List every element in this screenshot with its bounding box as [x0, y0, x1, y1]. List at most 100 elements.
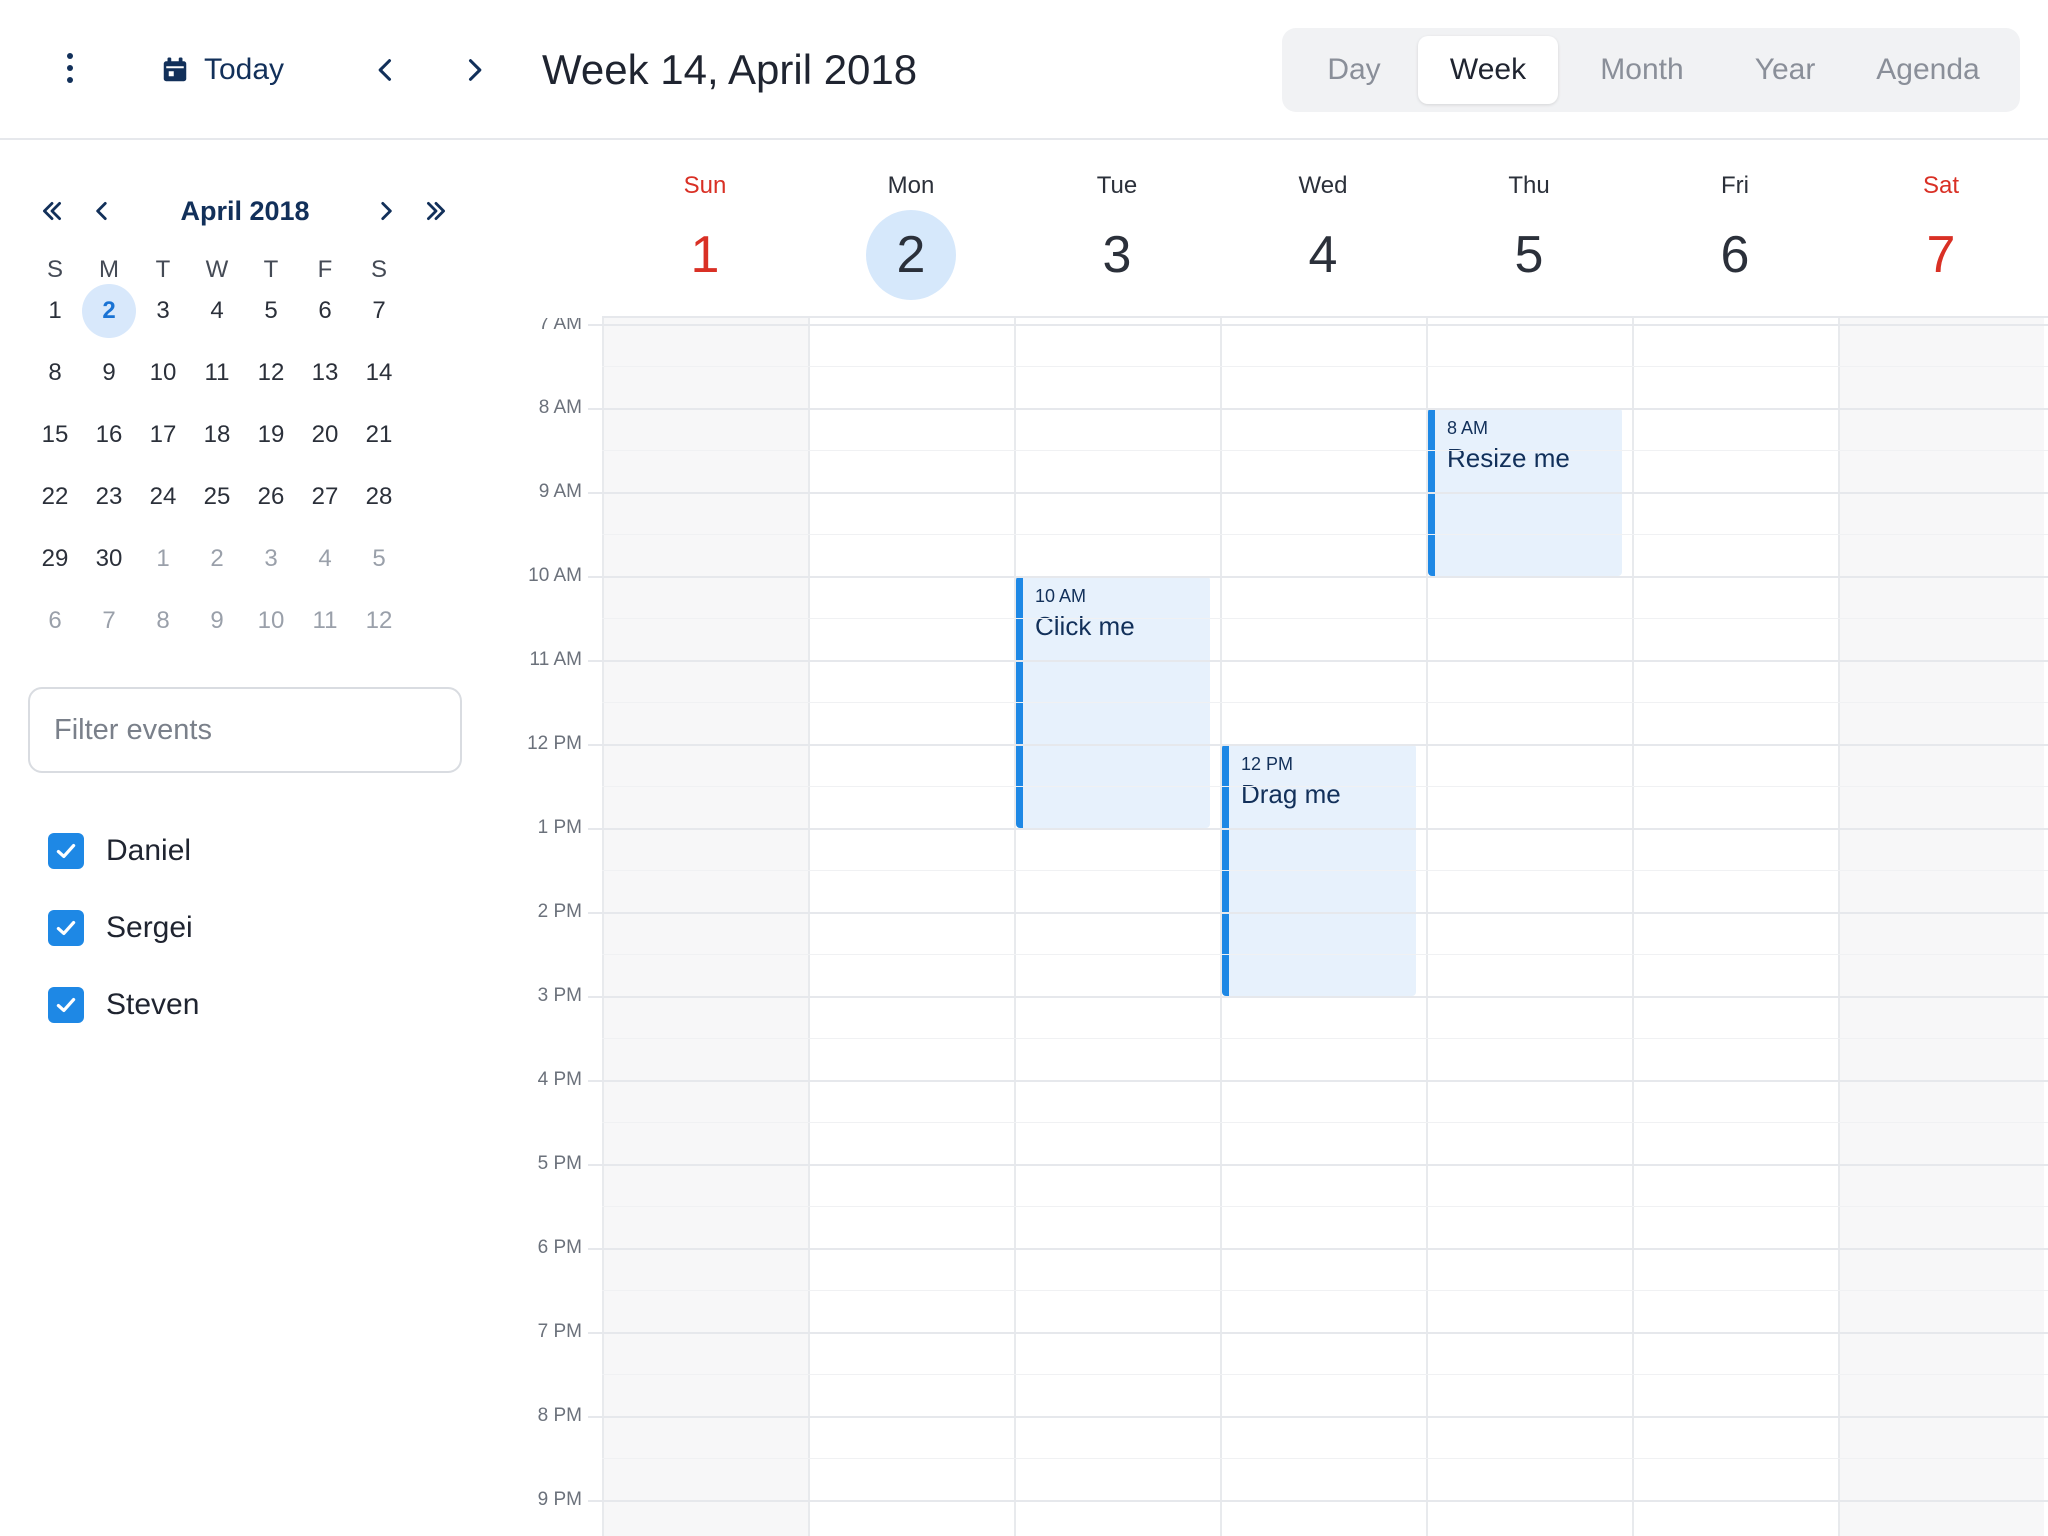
mini-calendar-day[interactable]: 16	[82, 414, 136, 476]
mini-calendar-day[interactable]: 23	[82, 476, 136, 538]
mini-calendar-day-number: 26	[257, 483, 285, 510]
day-header-sat[interactable]: Sat 7	[1838, 142, 2044, 318]
mini-calendar-day[interactable]: 12	[352, 600, 406, 662]
day-header-thu[interactable]: Thu 5	[1426, 142, 1632, 318]
person-filter-daniel[interactable]: Daniel	[48, 812, 448, 889]
day-header-wed[interactable]: Wed 4	[1220, 142, 1426, 318]
mini-calendar-day[interactable]: 3	[136, 290, 190, 352]
day-header-mon[interactable]: Mon 2	[808, 142, 1014, 318]
person-filter-steven[interactable]: Steven	[48, 966, 448, 1043]
chevron-left-icon	[378, 59, 392, 81]
mini-calendar-day[interactable]: 30	[82, 538, 136, 600]
mini-calendar-day[interactable]: 6	[28, 600, 82, 662]
mini-calendar-day[interactable]: 4	[190, 290, 244, 352]
time-label: 7 PM	[537, 1321, 582, 1342]
day-header-tue[interactable]: Tue 3	[1014, 142, 1220, 318]
next-month-button[interactable]	[364, 186, 408, 236]
chevron-right-icon	[468, 59, 482, 81]
day-headers: Sun 1 Mon 2 Tue 3 Wed 4 Thu 5 Fri 6 Sat 7	[602, 142, 2048, 318]
mini-calendar-day[interactable]: 25	[190, 476, 244, 538]
mini-calendar-day[interactable]: 14	[352, 352, 406, 414]
mini-calendar-day[interactable]: 7	[82, 600, 136, 662]
half-hour-gridline	[602, 618, 2048, 619]
mini-calendar-day[interactable]: 4	[298, 538, 352, 600]
day-column-tue[interactable]	[1014, 318, 1220, 1536]
next-year-button[interactable]	[414, 186, 458, 236]
mini-calendar-day-number: 10	[149, 359, 177, 386]
view-tab-week[interactable]: Week	[1418, 36, 1558, 104]
mini-calendar-day[interactable]: 27	[298, 476, 352, 538]
time-label: 9 PM	[537, 1489, 582, 1510]
half-hour-gridline	[602, 366, 2048, 367]
day-column-mon[interactable]	[808, 318, 1014, 1536]
mini-calendar-day-number: 12	[365, 607, 393, 634]
mini-calendar-day[interactable]: 6	[298, 290, 352, 352]
hour-gridline	[588, 1080, 2048, 1082]
view-tab-month[interactable]: Month	[1558, 36, 1726, 104]
time-grid: 8 AM Resize me 10 AM Click me 12 PM Drag me 7…	[490, 318, 2048, 1536]
mini-calendar-day[interactable]: 1	[28, 290, 82, 352]
mini-calendar-day[interactable]: 24	[136, 476, 190, 538]
today-label: Today	[204, 53, 285, 86]
person-filter-sergei[interactable]: Sergei	[48, 889, 448, 966]
view-tab-year[interactable]: Year	[1726, 36, 1844, 104]
mini-calendar-day[interactable]: 9	[190, 600, 244, 662]
mini-calendar-day[interactable]: 15	[28, 414, 82, 476]
mini-calendar-day[interactable]: 11	[190, 352, 244, 414]
mini-calendar-day[interactable]: 18	[190, 414, 244, 476]
view-tab-agenda[interactable]: Agenda	[1844, 36, 2012, 104]
previous-month-button[interactable]	[80, 186, 124, 236]
mini-calendar-day-number: 11	[312, 607, 338, 634]
mini-calendar-day[interactable]: 19	[244, 414, 298, 476]
mini-calendar-day[interactable]: 5	[352, 538, 406, 600]
mini-calendar-day[interactable]: 8	[28, 352, 82, 414]
mini-calendar-day[interactable]: 1	[136, 538, 190, 600]
next-week-button[interactable]	[448, 44, 500, 96]
mini-calendar-day[interactable]: 26	[244, 476, 298, 538]
mini-calendar-day-number: 11	[204, 359, 230, 386]
checkbox-checked-icon[interactable]	[48, 832, 84, 869]
day-column-sun[interactable]	[602, 318, 808, 1536]
previous-week-button[interactable]	[360, 44, 412, 96]
mini-calendar-day[interactable]: 28	[352, 476, 406, 538]
filter-events-input[interactable]	[28, 687, 462, 773]
today-button[interactable]: Today	[160, 44, 284, 96]
day-column-fri[interactable]	[1632, 318, 1838, 1536]
mini-calendar-day[interactable]: 2	[190, 538, 244, 600]
mini-calendar-day[interactable]: 13	[298, 352, 352, 414]
half-hour-gridline	[602, 1374, 2048, 1375]
checkbox-checked-icon[interactable]	[48, 986, 84, 1023]
mini-calendar-day[interactable]: 9	[82, 352, 136, 414]
mini-calendar-day[interactable]: 7	[352, 290, 406, 352]
half-hour-gridline	[602, 870, 2048, 871]
day-number: 6	[1720, 226, 1750, 284]
hour-gridline	[588, 576, 2048, 578]
mini-calendar-day[interactable]: 10	[244, 600, 298, 662]
previous-year-button[interactable]	[30, 186, 74, 236]
more-menu-icon[interactable]	[48, 46, 92, 90]
mini-calendar-day-number: 7	[102, 607, 116, 634]
mini-calendar-day[interactable]: 29	[28, 538, 82, 600]
mini-calendar-day[interactable]: 20	[298, 414, 352, 476]
mini-calendar-day[interactable]: 5	[244, 290, 298, 352]
day-header-sun[interactable]: Sun 1	[602, 142, 808, 318]
mini-calendar-day-number: 22	[41, 483, 69, 510]
mini-calendar-day[interactable]: 8	[136, 600, 190, 662]
mini-calendar-day[interactable]: 2	[82, 284, 136, 352]
event-title: Click me	[1035, 611, 1135, 641]
hour-gridline	[588, 1416, 2048, 1418]
day-header-fri[interactable]: Fri 6	[1632, 142, 1838, 318]
mini-calendar-day[interactable]: 3	[244, 538, 298, 600]
mini-calendar-day[interactable]: 12	[244, 352, 298, 414]
mini-calendar-day[interactable]: 10	[136, 352, 190, 414]
mini-calendar-day[interactable]: 21	[352, 414, 406, 476]
mini-calendar-day-number: 23	[95, 483, 123, 510]
mini-calendar-day-number: 14	[365, 359, 393, 386]
day-column-sat[interactable]	[1838, 318, 2044, 1536]
mini-calendar-day[interactable]: 11	[298, 600, 352, 662]
mini-calendar-day[interactable]: 17	[136, 414, 190, 476]
checkbox-checked-icon[interactable]	[48, 909, 84, 946]
mini-calendar-day[interactable]: 22	[28, 476, 82, 538]
view-tab-day[interactable]: Day	[1290, 36, 1418, 104]
time-label: 12 PM	[527, 733, 582, 754]
